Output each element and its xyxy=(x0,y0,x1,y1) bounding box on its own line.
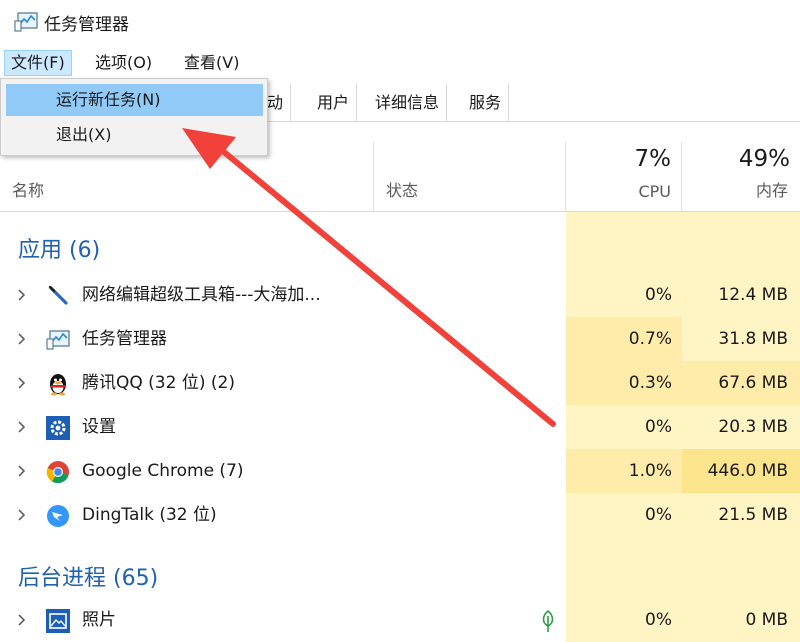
settings-gear-icon xyxy=(46,416,70,440)
pen-tool-icon xyxy=(48,285,68,305)
expand-chevron-icon[interactable] xyxy=(14,493,30,537)
column-label-memory: 内存 xyxy=(755,181,788,200)
cpu-value: 0% xyxy=(645,505,672,525)
process-name: 照片 xyxy=(82,610,116,630)
cpu-value: 0% xyxy=(645,417,672,437)
file-dropdown-menu: 运行新任务(N) 退出(X) xyxy=(0,78,268,156)
memory-value: 20.3 MB xyxy=(718,417,788,437)
dingtalk-icon xyxy=(47,505,69,527)
cpu-value: 0% xyxy=(645,610,672,630)
group-apps-title: 应用 (6) xyxy=(18,238,101,263)
process-row[interactable]: DingTalk (32 位) 0% 21.5 MB xyxy=(0,493,800,537)
window-title: 任务管理器 xyxy=(44,15,129,35)
expand-chevron-icon[interactable] xyxy=(14,405,30,449)
menu-bar: 文件(F) 选项(O) 查看(V) xyxy=(0,46,800,78)
cpu-value: 0.3% xyxy=(566,361,682,405)
expand-chevron-icon[interactable] xyxy=(14,598,30,642)
qq-penguin-icon xyxy=(50,374,66,396)
task-manager-icon xyxy=(14,12,38,32)
menu-view[interactable]: 查看(V) xyxy=(178,50,245,76)
title-bar: 任务管理器 xyxy=(0,0,800,44)
process-row[interactable]: 任务管理器 0.7% 31.8 MB xyxy=(0,317,800,361)
memory-value: 21.5 MB xyxy=(718,505,788,525)
chrome-icon xyxy=(46,461,69,484)
column-label-status: 状态 xyxy=(386,181,419,200)
process-name: 设置 xyxy=(82,417,116,437)
tab-users[interactable]: 用户 xyxy=(310,84,358,121)
process-name: 网络编辑超级工具箱---大海加... xyxy=(82,285,321,305)
memory-value: 0 MB xyxy=(745,610,788,630)
cpu-value: 0.7% xyxy=(566,317,682,361)
expand-chevron-icon[interactable] xyxy=(14,317,30,361)
cpu-value: 0% xyxy=(645,285,672,305)
expand-chevron-icon[interactable] xyxy=(14,361,30,405)
process-name: 腾讯QQ (32 位) (2) xyxy=(82,373,235,393)
menu-file[interactable]: 文件(F) xyxy=(4,50,72,76)
process-row[interactable]: Google Chrome (7) 1.0% 446.0 MB xyxy=(0,449,800,493)
process-name: 任务管理器 xyxy=(82,329,167,349)
group-background-title: 后台进程 (65) xyxy=(18,566,159,591)
cpu-value: 1.0% xyxy=(566,449,682,493)
memory-total-usage: 49% xyxy=(738,146,790,172)
expand-chevron-icon[interactable] xyxy=(14,273,30,317)
column-label-name: 名称 xyxy=(12,181,45,200)
cpu-total-usage: 7% xyxy=(634,146,672,172)
tab-services[interactable]: 服务 xyxy=(462,84,510,121)
photos-icon xyxy=(46,609,70,633)
task-manager-icon xyxy=(46,330,70,350)
process-row[interactable]: 腾讯QQ (32 位) (2) 0.3% 67.6 MB xyxy=(0,361,800,405)
memory-value: 446.0 MB xyxy=(682,449,800,493)
menu-run-new-task[interactable]: 运行新任务(N) xyxy=(6,84,263,116)
tab-details[interactable]: 详细信息 xyxy=(368,84,448,121)
column-header-memory[interactable]: 49% 内存 xyxy=(682,142,800,211)
process-row[interactable]: 设置 0% 20.3 MB xyxy=(0,405,800,449)
process-row[interactable]: 网络编辑超级工具箱---大海加... 0% 12.4 MB xyxy=(0,273,800,317)
memory-value: 12.4 MB xyxy=(718,285,788,305)
column-label-cpu: CPU xyxy=(638,182,671,201)
memory-value: 67.6 MB xyxy=(682,361,800,405)
expand-chevron-icon[interactable] xyxy=(14,449,30,493)
process-name: Google Chrome (7) xyxy=(82,461,244,481)
menu-options[interactable]: 选项(O) xyxy=(89,50,158,76)
column-header-cpu[interactable]: 7% CPU xyxy=(566,142,682,211)
memory-value: 31.8 MB xyxy=(718,329,788,349)
process-row[interactable]: 照片 0% 0 MB xyxy=(0,598,800,642)
column-header-status[interactable]: 状态 xyxy=(374,142,566,211)
menu-exit[interactable]: 退出(X) xyxy=(6,119,263,151)
suspended-leaf-icon xyxy=(542,609,554,632)
process-name: DingTalk (32 位) xyxy=(82,505,217,525)
